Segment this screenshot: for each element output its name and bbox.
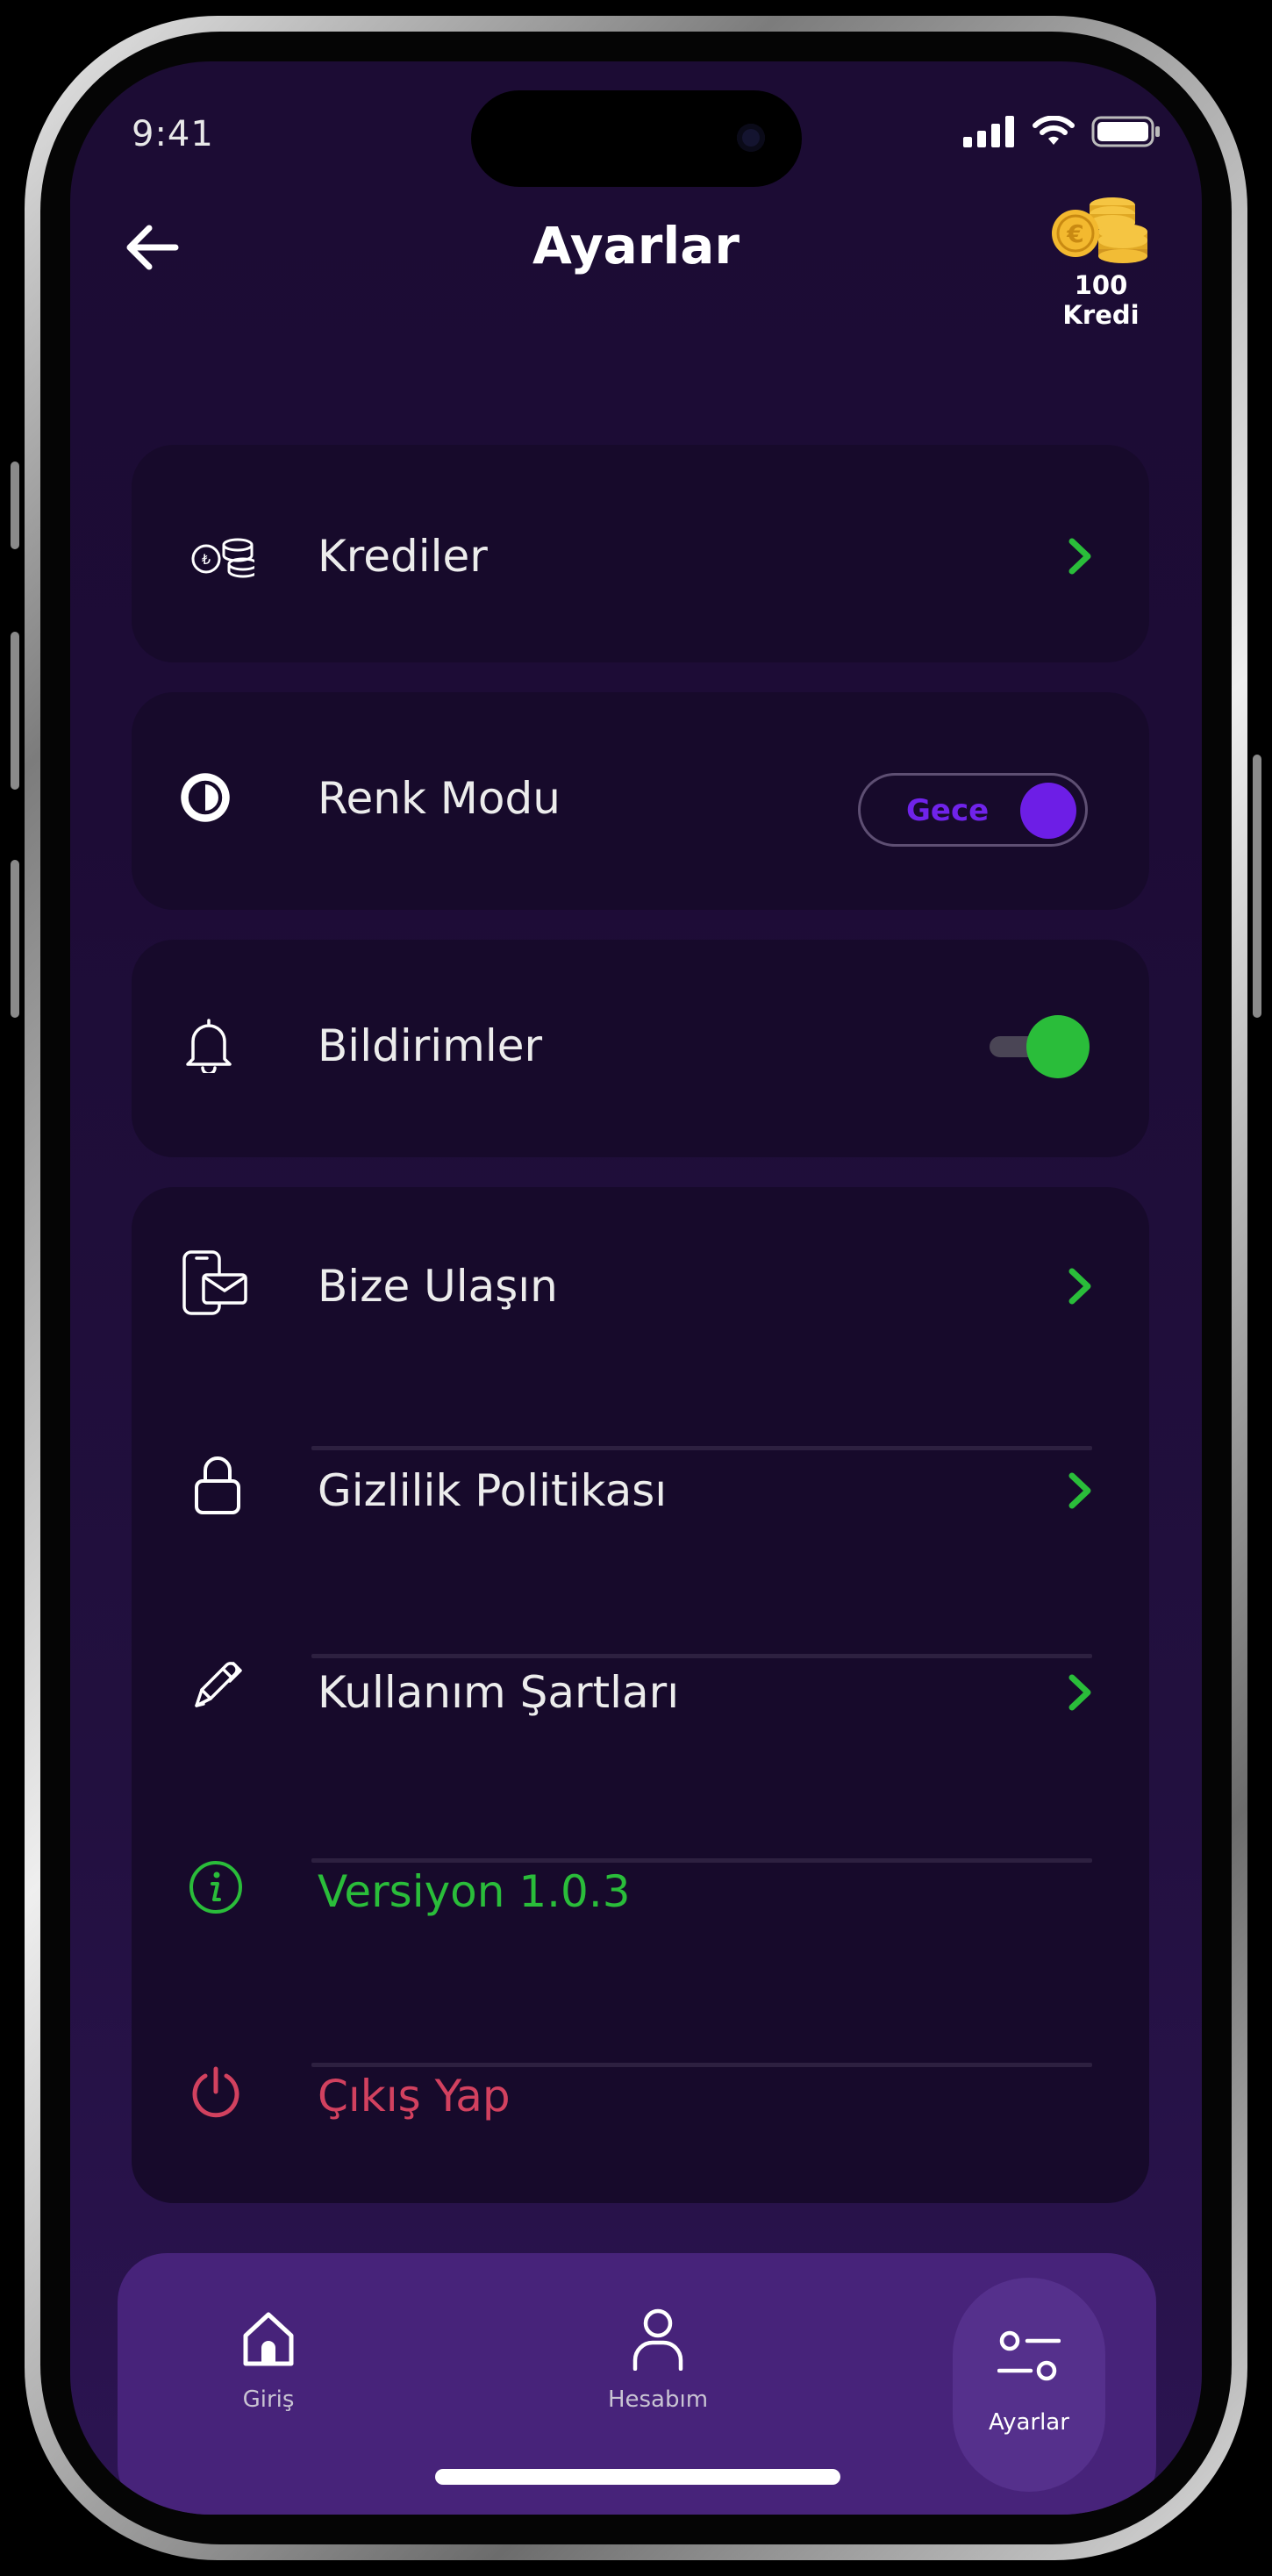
cellular-signal-icon — [963, 116, 1014, 147]
credits-label-text: Krediler — [318, 531, 488, 582]
battery-icon — [1091, 116, 1160, 147]
pen-icon — [195, 1662, 242, 1707]
logout-row[interactable]: Çıkış Yap — [132, 2041, 1149, 2146]
color-mode-toggle[interactable]: Gece — [858, 773, 1088, 847]
version-label: Versiyon 1.0.3 — [318, 1866, 631, 1917]
switch-knob — [1026, 1015, 1090, 1078]
chevron-right-icon — [1068, 1268, 1091, 1305]
sliders-icon — [997, 2330, 1061, 2381]
page-title: Ayarlar — [532, 216, 740, 275]
links-card: Bize Ulaşın Gizlilik Politikası Kullanım… — [132, 1187, 1149, 2203]
color-mode-card: Renk Modu Gece — [132, 692, 1149, 910]
side-button — [1253, 755, 1261, 1018]
credits-label: 100 Kredi — [1062, 270, 1140, 330]
chevron-right-icon — [1068, 1472, 1091, 1509]
tab-settings-label: Ayarlar — [989, 2409, 1069, 2436]
version-row: Versiyon 1.0.3 — [132, 1836, 1149, 1942]
tab-settings[interactable]: Ayarlar — [953, 2253, 1105, 2515]
bell-icon — [186, 1019, 232, 1073]
chevron-right-icon — [1068, 538, 1091, 575]
phone-mail-icon — [182, 1250, 247, 1315]
tab-home-label: Giriş — [242, 2386, 295, 2413]
status-icons — [963, 114, 1161, 149]
contrast-icon — [181, 773, 230, 822]
chevron-right-icon — [1068, 1674, 1091, 1711]
color-mode-label: Renk Modu — [318, 773, 561, 824]
lock-icon — [195, 1456, 240, 1514]
logout-label: Çıkış Yap — [318, 2071, 511, 2122]
privacy-label: Gizlilik Politikası — [318, 1465, 668, 1516]
side-button — [11, 462, 19, 549]
svg-text:€: € — [1066, 219, 1083, 248]
home-indicator[interactable] — [435, 2469, 840, 2485]
contact-label: Bize Ulaşın — [318, 1261, 558, 1312]
notifications-card: Bildirimler — [132, 940, 1149, 1157]
toggle-knob — [1020, 783, 1076, 839]
credit-badge[interactable]: € 100 Kredi — [1035, 193, 1167, 330]
terms-row[interactable]: Kullanım Şartları — [132, 1637, 1149, 1742]
status-time: 9:41 — [132, 114, 214, 154]
user-icon — [632, 2308, 683, 2371]
info-icon — [189, 1861, 242, 1914]
notifications-label: Bildirimler — [318, 1020, 543, 1071]
color-mode-value: Gece — [906, 793, 990, 828]
side-button — [11, 860, 19, 1018]
gold-coins-icon: € — [1052, 197, 1147, 263]
power-icon — [192, 2066, 239, 2118]
credits-row[interactable]: ₺ Krediler — [132, 501, 1149, 606]
privacy-row[interactable]: Gizlilik Politikası — [132, 1435, 1149, 1541]
home-icon — [243, 2312, 294, 2366]
contact-row[interactable]: Bize Ulaşın — [132, 1231, 1149, 1336]
tab-account-label: Hesabım — [607, 2386, 709, 2413]
wifi-icon — [1033, 116, 1075, 145]
side-button — [11, 632, 19, 790]
dynamic-island — [471, 90, 802, 187]
camera-dot — [737, 124, 765, 152]
svg-text:₺: ₺ — [202, 551, 211, 568]
terms-label: Kullanım Şartları — [318, 1667, 680, 1718]
credits-card[interactable]: ₺ Krediler — [132, 445, 1149, 662]
app-screen: 9:41 Ayarlar € 100 Kredi ₺ Krediler Renk… — [70, 61, 1202, 2515]
coins-icon: ₺ — [191, 538, 254, 578]
tab-home[interactable]: Giriş — [193, 2253, 344, 2515]
